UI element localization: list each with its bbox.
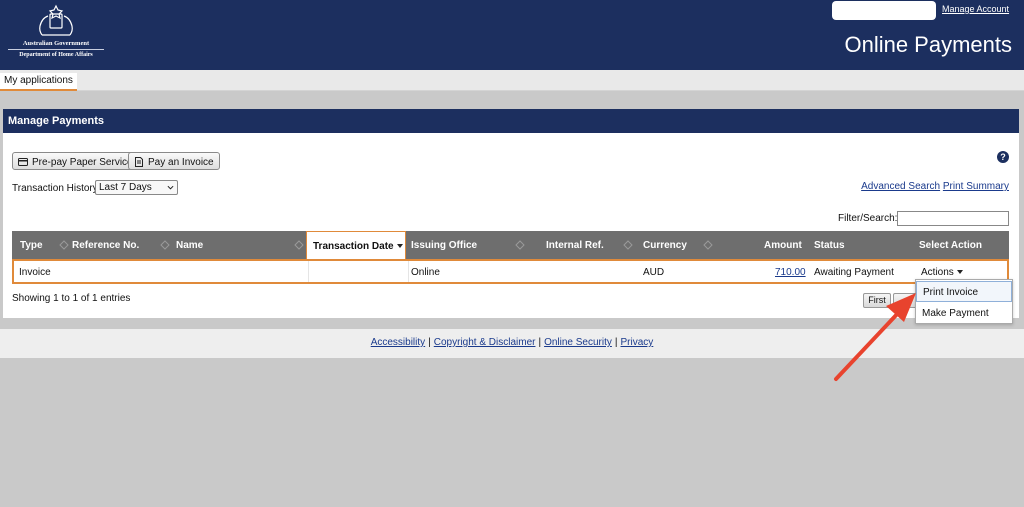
- sort-icons: [59, 240, 713, 250]
- site-footer: Accessibility | Copyright & Disclaimer | Onl…: [0, 329, 1024, 358]
- pager-previous-button[interactable]: [893, 293, 917, 308]
- pager-first-button[interactable]: First: [863, 293, 891, 308]
- prepay-button-label: Pre-pay Paper Service: [32, 156, 133, 168]
- transaction-history-value: Last 7 Days: [99, 182, 152, 193]
- make-payment-menu-item[interactable]: Make Payment: [916, 303, 1012, 324]
- advanced-search-link[interactable]: Advanced Search: [861, 181, 940, 192]
- help-icon[interactable]: ?: [997, 151, 1009, 163]
- actions-label: Actions: [921, 267, 954, 278]
- manage-payments-panel: Manage Payments Pre-pay Paper Service Pa…: [3, 109, 1019, 318]
- sort-icon: [160, 240, 170, 250]
- cell-issuing-office: Online: [411, 267, 440, 278]
- department-name: Department of Home Affairs: [19, 52, 93, 58]
- print-invoice-menu-item[interactable]: Print Invoice: [916, 281, 1012, 302]
- panel-title: Manage Payments: [3, 109, 1019, 133]
- table-header: Type Reference No. Name Transaction Date…: [12, 231, 1009, 259]
- cell-status: Awaiting Payment: [814, 267, 894, 278]
- footer-link-accessibility[interactable]: Accessibility: [371, 337, 425, 348]
- footer-link-online-security[interactable]: Online Security: [544, 337, 612, 348]
- government-name: Australian Government: [8, 40, 104, 50]
- pay-invoice-button-label: Pay an Invoice: [148, 156, 214, 168]
- column-divider: [308, 261, 309, 282]
- sort-icon: [294, 240, 304, 250]
- amount-link[interactable]: 710.00: [775, 267, 806, 278]
- tab-bar: My applications: [0, 70, 1024, 91]
- sort-icon: [59, 240, 69, 250]
- chevron-down-icon: [956, 270, 963, 275]
- sort-icon: [515, 240, 525, 250]
- pay-invoice-button[interactable]: Pay an Invoice: [128, 152, 220, 170]
- header-search-input[interactable]: [832, 1, 936, 20]
- filter-search-label: Filter/Search:: [838, 213, 898, 224]
- actions-dropdown-menu: Print Invoice Make Payment: [915, 279, 1013, 324]
- footer-link-copyright[interactable]: Copyright & Disclaimer: [434, 337, 536, 348]
- page-title: Online Payments: [844, 32, 1012, 57]
- chevron-down-icon: [167, 185, 174, 190]
- prepay-paper-service-button[interactable]: Pre-pay Paper Service: [12, 152, 139, 170]
- print-summary-link[interactable]: Print Summary: [943, 181, 1009, 192]
- actions-dropdown-toggle[interactable]: Actions: [921, 267, 963, 278]
- sort-icon: [623, 240, 633, 250]
- footer-link-privacy[interactable]: Privacy: [621, 337, 654, 348]
- table-row[interactable]: Invoice Online AUD 710.00 Awaiting Payme…: [12, 259, 1009, 284]
- filter-search-input[interactable]: [897, 211, 1009, 226]
- sort-icon: [703, 240, 713, 250]
- credit-card-icon: [18, 158, 28, 166]
- site-header: Australian Government Department of Home…: [0, 0, 1024, 70]
- manage-account-link[interactable]: Manage Account: [942, 4, 1009, 14]
- transaction-history-label: Transaction History: [12, 183, 98, 194]
- tab-my-applications[interactable]: My applications: [0, 73, 77, 91]
- entries-summary: Showing 1 to 1 of 1 entries: [12, 293, 131, 304]
- transaction-history-select[interactable]: Last 7 Days: [95, 180, 178, 195]
- panel-links: Advanced Search Print Summary: [861, 181, 1009, 192]
- column-divider: [408, 261, 409, 282]
- cell-currency: AUD: [643, 267, 665, 278]
- document-icon: [135, 157, 143, 167]
- cell-type: Invoice: [19, 267, 51, 278]
- government-logo[interactable]: Australian Government Department of Home…: [8, 4, 104, 64]
- coat-of-arms-icon: [39, 4, 73, 36]
